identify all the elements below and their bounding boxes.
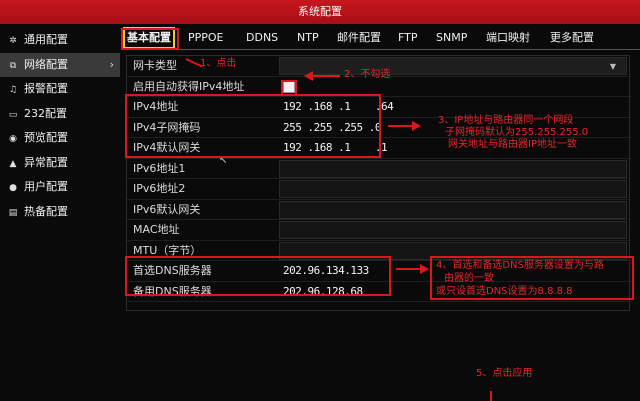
sidebar-item-user[interactable]: ● 用户配置	[0, 175, 120, 200]
sidebar-item-label: 异常配置	[24, 155, 68, 169]
annotation-box-ipv4	[125, 94, 381, 158]
annotation-step1: 1、点击	[200, 58, 237, 69]
annotation-step4-line1: 4、首选和备选DNS服务器设置为与路	[436, 260, 604, 271]
tab-port-mapping[interactable]: 端口映射	[486, 27, 530, 49]
ipv6-gateway-label: IPv6默认网关	[133, 202, 201, 216]
sidebar-item-hotspare[interactable]: ▤ 热备配置	[0, 200, 120, 225]
ipv6-gateway-field[interactable]	[279, 200, 627, 219]
sidebar-item-label: 预览配置	[24, 131, 68, 144]
form-row-ipv6-gateway: IPv6默认网关	[127, 200, 631, 220]
form-row-ipv6-address1: IPv6地址1	[127, 159, 631, 179]
ipv6-address1-field[interactable]	[279, 159, 627, 178]
sidebar-item-232[interactable]: ▭ 232配置	[0, 102, 120, 127]
annotation-box-basic-tab	[121, 28, 179, 50]
annotation-arrow-step3	[388, 125, 414, 127]
sidebar-item-label: 热备配置	[24, 204, 68, 218]
ipv6-address2-field[interactable]	[279, 180, 627, 198]
tab-ntp[interactable]: NTP	[297, 27, 319, 49]
sidebar-item-label: 网络配置	[24, 57, 68, 71]
eye-icon: ◉	[9, 134, 17, 144]
sidebar-item-label: 232配置	[24, 106, 67, 120]
tab-ftp[interactable]: FTP	[398, 27, 418, 49]
user-icon: ●	[9, 183, 17, 193]
sidebar-item-network[interactable]: ⧉ 网络配置 ›	[0, 52, 120, 77]
annotation-arrow-step5	[490, 391, 492, 401]
serial-port-icon: ▭	[8, 109, 18, 120]
window-title: 系统配置	[298, 5, 342, 18]
chevron-down-icon: ▼	[609, 62, 616, 71]
nic-type-label: 网卡类型	[133, 59, 177, 72]
annotation-step4-line2: 由器的一致	[444, 273, 494, 284]
tab-email-config[interactable]: 邮件配置	[337, 27, 381, 49]
network-icon: ⧉	[9, 60, 17, 71]
annotation-step3-line1: 3、IP地址与路由器同一个网段	[438, 115, 574, 126]
backup-icon: ▤	[8, 207, 18, 218]
tab-more-config[interactable]: 更多配置	[550, 27, 594, 49]
alarm-icon: ♫	[8, 85, 18, 95]
sidebar-item-exception[interactable]: ▲ 异常配置	[0, 151, 120, 176]
tab-snmp[interactable]: SNMP	[436, 27, 467, 49]
annotation-arrow-step4	[396, 268, 422, 270]
tab-pppoe[interactable]: PPPOE	[188, 27, 224, 49]
annotation-step3-line2: 子网掩码默认为255.255.255.0	[445, 127, 589, 138]
form-row-ipv6-address2: IPv6地址2	[127, 179, 631, 200]
nic-type-select[interactable]: ▼	[279, 57, 627, 75]
window-title-bar: 系统配置	[0, 0, 640, 24]
sidebar-item-label: 用户配置	[24, 180, 68, 193]
annotation-step2: 2、不勾选	[344, 69, 391, 80]
chevron-right-icon: ›	[109, 57, 114, 71]
tab-bar: 基本配置 PPPOE DDNS NTP 邮件配置 FTP SNMP 端口映射 更…	[122, 27, 640, 49]
mac-address-field[interactable]	[279, 221, 627, 239]
gear-icon: ✲	[9, 36, 17, 46]
annotation-arrowhead-step3	[412, 121, 421, 131]
tab-ddns[interactable]: DDNS	[246, 27, 278, 49]
ipv6-address2-label: IPv6地址2	[133, 182, 186, 195]
annotation-arrowhead-step4	[420, 264, 429, 274]
form-row-mac: MAC地址	[127, 220, 631, 241]
sidebar-item-preview[interactable]: ◉ 预览配置	[0, 126, 120, 151]
ipv6-address1-label: IPv6地址1	[133, 161, 186, 175]
sidebar-item-label: 报警配置	[24, 82, 68, 95]
annotation-step4-line3: 或只设首选DNS设置为8.8.8.8	[436, 286, 573, 297]
tab-divider	[122, 49, 640, 50]
sidebar-item-general[interactable]: ✲ 通用配置	[0, 28, 120, 53]
sidebar-item-label: 通用配置	[24, 33, 68, 46]
annotation-step5: 5、点击应用	[476, 368, 533, 379]
warning-icon: ▲	[9, 158, 17, 169]
sidebar-item-alarm[interactable]: ♫ 报警配置	[0, 77, 120, 102]
sidebar: ✲ 通用配置 ⧉ 网络配置 › ♫ 报警配置 ▭ 232配置 ◉ 预览配置 ▲ 异常配置 ●…	[0, 24, 120, 401]
mac-address-label: MAC地址	[133, 223, 180, 236]
annotation-arrow-step2	[312, 75, 340, 77]
annotation-step3-line3: 网关地址与路由器IP地址一致	[448, 139, 577, 150]
annotation-box-dns	[125, 256, 391, 296]
